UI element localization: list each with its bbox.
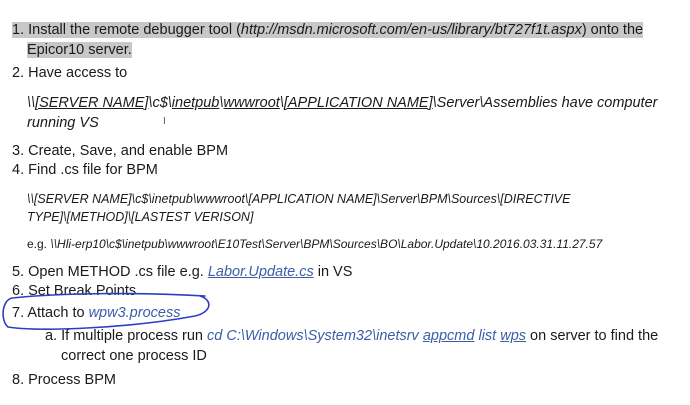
step-8: 8. Process BPM [12,372,116,388]
step-4-path-line-2: TYPE]\[METHOD]\[LASTEST VERISON] [27,210,254,224]
step-2-label: 2. Have access to [12,65,128,81]
step-5: 5. Open METHOD .cs file e.g. Labor.Updat… [12,264,353,280]
step-2-path-line-2: running VS [27,115,99,131]
step-1-text: 1. Install the remote debugger tool (htt… [12,22,644,38]
step-3: 3. Create, Save, and enable BPM [12,143,229,159]
step-6: 6. Set Break Points [12,283,137,299]
step-1-line-1: 1. Install the remote debugger tool (htt… [12,20,644,40]
step-2-path: \\[SERVER NAME]\c$\inetpub\wwwroot\[APPL… [27,95,658,111]
step-1-line-2: Epicor10 server. [27,40,132,60]
wpw3-process: wpw3.process [88,305,181,321]
step-7a-line-1: a. If multiple process run cd C:\Windows… [45,328,659,344]
text-cursor-icon: I [163,116,166,127]
step-4-label: 4. Find .cs file for BPM [12,162,158,178]
step-4-example: e.g. \\Hli-erp10\c$\inetpub\wwwroot\E10T… [27,237,603,251]
step-4-path-line-1: \\[SERVER NAME]\c$\inetpub\wwwroot\[APPL… [27,192,571,206]
step-1-server: Epicor10 server. [27,42,132,58]
step-7: 7. Attach to wpw3.process [12,305,181,321]
document-page: 1. Install the remote debugger tool (htt… [0,0,690,405]
debugger-url[interactable]: http://msdn.microsoft.com/en-us/library/… [241,22,582,38]
labor-update-link[interactable]: Labor.Update.cs [208,264,314,280]
step-7a-line-2: correct one process ID [61,348,207,364]
